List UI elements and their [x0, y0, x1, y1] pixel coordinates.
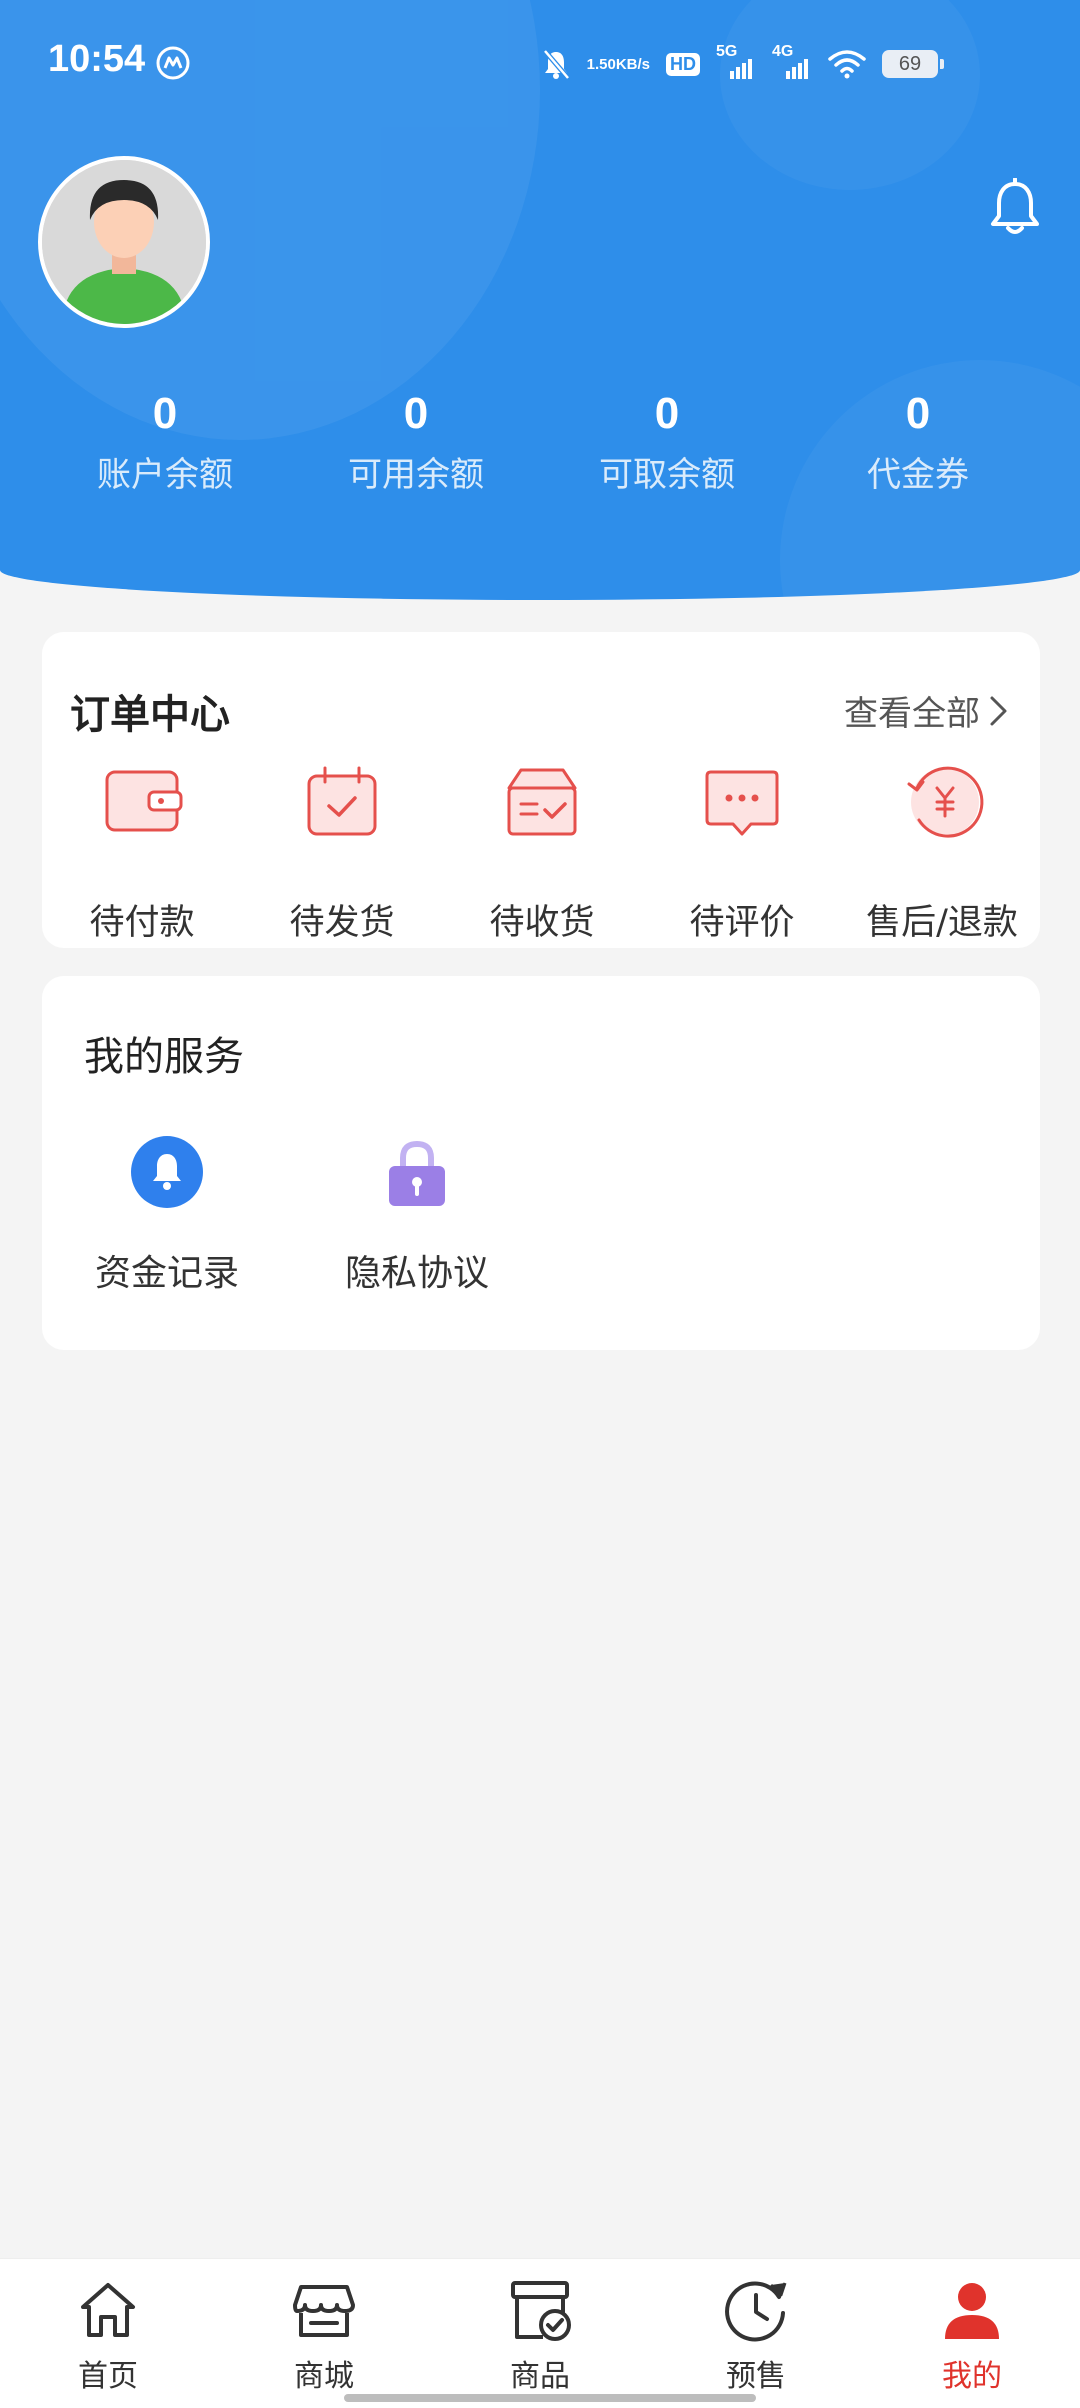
lock-icon: [389, 1140, 445, 1206]
refund-yen-icon: [907, 766, 984, 838]
order-item-label: 待收货: [489, 903, 595, 943]
stat-label: 代金券: [867, 455, 969, 495]
signal-5g: 5G: [716, 43, 756, 81]
status-icons: 1.50 KB/s HD 5G 4G 69: [541, 43, 944, 84]
wallet-icon: [105, 770, 183, 832]
order-pending-shipment[interactable]: 待发货: [242, 758, 442, 945]
stat-voucher[interactable]: 0 代金券: [808, 384, 1028, 500]
service-item-label: 隐私协议: [344, 1253, 489, 1294]
hd-badge-icon: HD: [666, 52, 700, 76]
my-services-card: 我的服务 资金记录 隐私协议: [42, 976, 1040, 1350]
nav-label: 商城: [294, 2359, 354, 2394]
clock-icon: [725, 2281, 787, 2342]
order-center-card: 订单中心 查看全部 待付款 待发货 待收货 待评价 售后/退款: [42, 632, 1040, 948]
avatar[interactable]: [38, 156, 210, 328]
user-icon: [945, 2283, 999, 2339]
profile-header: 10:54 1.50 KB/s HD 5G 4G 69 0 账户余额 0 可用余…: [0, 0, 1080, 600]
order-after-sale-refund[interactable]: 售后/退款: [842, 758, 1042, 945]
stat-label: 可取余额: [599, 455, 735, 495]
status-time: 10:54: [48, 38, 146, 80]
order-item-label: 待付款: [89, 903, 195, 943]
mute-bell-icon: [542, 49, 570, 80]
stat-withdrawable-balance[interactable]: 0 可取余额: [557, 384, 777, 500]
bell-icon: [131, 1136, 203, 1208]
carrier-app-icon: [156, 46, 190, 80]
signal-4g: 4G: [772, 43, 812, 81]
stat-value: 0: [905, 389, 931, 438]
status-bar: 10:54 1.50 KB/s HD 5G 4G 69: [0, 0, 1080, 128]
stat-label: 账户余额: [97, 455, 233, 495]
order-center-title: 订单中心: [70, 692, 230, 738]
calendar-check-icon: [307, 766, 377, 836]
avatar-image: [42, 160, 206, 324]
chevron-right-icon: [990, 696, 1007, 725]
stat-value: 0: [403, 389, 429, 438]
view-all-label: 查看全部: [844, 694, 980, 734]
nav-label: 商品: [510, 2359, 570, 2394]
nav-label: 我的: [942, 2359, 1002, 2394]
net-speed-unit: KB/s: [615, 55, 650, 73]
home-indicator[interactable]: [344, 2394, 756, 2402]
my-services-title: 我的服务: [84, 1034, 244, 1080]
stat-value: 0: [654, 389, 680, 438]
order-pending-payment[interactable]: 待付款: [42, 758, 242, 945]
service-privacy-agreement[interactable]: 隐私协议: [317, 1134, 517, 1296]
nav-label: 预售: [726, 2359, 786, 2394]
box-check-icon: [507, 768, 577, 836]
notification-bell-icon[interactable]: [988, 178, 1042, 236]
order-item-label: 待评价: [689, 903, 795, 943]
order-item-label: 待发货: [289, 903, 395, 943]
view-all-orders-link[interactable]: 查看全部: [844, 686, 1010, 735]
signal-bars-icon: [730, 59, 752, 79]
order-pending-review[interactable]: 待评价: [642, 758, 842, 945]
service-item-label: 资金记录: [94, 1253, 239, 1294]
nav-label: 首页: [78, 2359, 138, 2394]
wifi-icon: [828, 50, 866, 79]
nav-store[interactable]: 商城: [244, 2277, 404, 2395]
balance-stats: 0 账户余额 0 可用余额 0 可取余额 0 代金券: [0, 384, 1080, 514]
nav-presale[interactable]: 预售: [676, 2277, 836, 2395]
stat-label: 可用余额: [348, 455, 484, 495]
nav-home[interactable]: 首页: [28, 2277, 188, 2395]
home-icon: [81, 2283, 135, 2337]
product-icon: [511, 2281, 571, 2341]
stat-account-balance[interactable]: 0 账户余额: [55, 384, 275, 500]
bottom-nav: 首页 商城 商品 预售 我的: [0, 2258, 1080, 2408]
nav-products[interactable]: 商品: [460, 2277, 620, 2395]
stat-value: 0: [152, 389, 178, 438]
store-icon: [293, 2285, 355, 2337]
service-fund-records[interactable]: 资金记录: [67, 1134, 267, 1296]
chat-bubble-icon: [705, 770, 779, 836]
net-speed-value: 1.50: [586, 55, 616, 73]
stat-available-balance[interactable]: 0 可用余额: [306, 384, 526, 500]
net-speed: 1.50 KB/s: [587, 57, 650, 72]
order-item-label: 售后/退款: [866, 903, 1018, 943]
nav-mine[interactable]: 我的: [892, 2277, 1052, 2395]
battery-indicator: 69: [882, 50, 944, 78]
signal-bars-icon: [786, 59, 808, 79]
order-pending-receipt[interactable]: 待收货: [442, 758, 642, 945]
